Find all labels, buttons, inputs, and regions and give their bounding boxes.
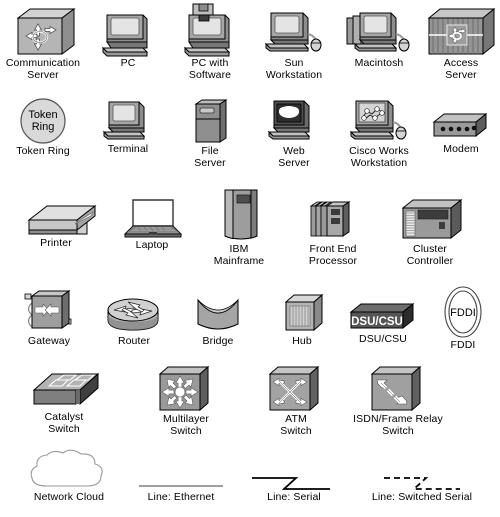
legend-label: Multilayer Switch (163, 413, 209, 437)
legend-label: PC with Software (188, 57, 232, 81)
access-server-icon (422, 6, 500, 58)
svg-text:Token: Token (28, 109, 57, 121)
legend-item-fddi[interactable]: FDDI FDDI (426, 284, 500, 352)
pc-icon (86, 12, 170, 58)
legend-item-cisco-works-workstation[interactable]: Cisco Works Workstation (336, 98, 422, 169)
legend-label: Communication Server (5, 57, 81, 81)
legend-label: Router (117, 335, 151, 347)
legend-item-macintosh[interactable]: Macintosh (336, 10, 422, 70)
legend-label: Macintosh (354, 57, 404, 69)
legend-item-router[interactable]: Router (92, 294, 176, 348)
legend-label: Laptop (135, 239, 169, 251)
legend-label: Front End Processor (308, 243, 358, 267)
legend-item-pc-with-software[interactable]: PC with Software (168, 2, 252, 81)
legend-item-bridge[interactable]: Bridge (176, 294, 260, 348)
legend-label: Printer (40, 237, 72, 249)
router-icon (92, 294, 176, 336)
fddi-icon: FDDI (426, 284, 500, 340)
legend-label: Token Ring (16, 145, 70, 157)
legend-item-file-server[interactable]: File Server (168, 98, 252, 169)
line-switched-serial-icon (352, 448, 492, 492)
multilayer-switch-icon (138, 362, 234, 414)
terminal-icon (86, 100, 170, 144)
legend-label: FDDI (450, 339, 476, 351)
legend-item-cluster-controller[interactable]: Cluster Controller (382, 196, 478, 267)
legend-label: Terminal (107, 143, 149, 155)
legend-label: Catalyst Switch (44, 411, 84, 435)
printer-icon (10, 200, 102, 238)
network-icon-legend-sheet: Communication Server PC PC with Software… (0, 0, 500, 517)
legend-label: Access Server (443, 57, 479, 81)
legend-label: Line: Ethernet (147, 491, 215, 503)
macintosh-icon (336, 10, 422, 58)
file-server-icon (168, 98, 252, 146)
pc-with-software-icon (168, 2, 252, 58)
legend-label: PC (120, 57, 136, 69)
legend-item-hub[interactable]: Hub (260, 290, 344, 348)
legend-label: Hub (292, 335, 312, 347)
legend-label: Modem (443, 143, 479, 155)
laptop-icon (110, 196, 194, 240)
legend-item-dsu-csu[interactable]: DSU/CSU DSU/CSU (340, 300, 426, 346)
atm-switch-icon (252, 362, 340, 414)
dsu-csu-inner-label: DSU/CSU (351, 316, 403, 328)
legend-label: IBM Mainframe (213, 243, 265, 267)
svg-text:Ring: Ring (32, 121, 55, 133)
legend-item-network-cloud[interactable]: Network Cloud (14, 448, 124, 504)
network-cloud-icon (14, 448, 124, 492)
legend-item-line-switched-serial[interactable]: Line: Switched Serial (352, 448, 492, 504)
legend-label: Cisco Works Workstation (349, 145, 409, 169)
legend-item-terminal[interactable]: Terminal (86, 100, 170, 156)
line-ethernet-icon (128, 448, 234, 492)
legend-item-communication-server[interactable]: Communication Server (0, 6, 86, 81)
sun-workstation-icon (252, 10, 336, 58)
legend-item-line-serial[interactable]: Line: Serial (244, 448, 344, 504)
legend-item-printer[interactable]: Printer (10, 200, 102, 250)
dsu-csu-icon: DSU/CSU (340, 300, 426, 334)
legend-item-atm-switch[interactable]: ATM Switch (252, 362, 340, 437)
ibm-mainframe-icon (196, 186, 282, 244)
bridge-icon (176, 294, 260, 336)
legend-item-access-server[interactable]: Access Server (422, 6, 500, 81)
legend-label: Cluster Controller (406, 243, 454, 267)
legend-label: Line: Switched Serial (371, 491, 473, 503)
legend-label: File Server (194, 145, 226, 169)
legend-item-line-ethernet[interactable]: Line: Ethernet (128, 448, 234, 504)
legend-item-web-server[interactable]: Web Server (252, 98, 336, 169)
communication-server-icon (0, 6, 86, 58)
hub-icon (260, 290, 344, 336)
legend-item-token-ring[interactable]: Token Ring Token Ring (0, 96, 86, 158)
front-end-processor-icon (290, 196, 376, 244)
legend-item-front-end-processor[interactable]: Front End Processor (290, 196, 376, 267)
legend-item-gateway[interactable]: Gateway (6, 286, 92, 348)
token-ring-icon: Token Ring (0, 96, 86, 146)
legend-item-ibm-mainframe[interactable]: IBM Mainframe (196, 186, 282, 267)
legend-label: Network Cloud (33, 491, 105, 503)
web-server-icon (252, 98, 336, 146)
cluster-controller-icon (382, 196, 478, 244)
legend-item-sun-workstation[interactable]: Sun Workstation (252, 10, 336, 81)
legend-item-laptop[interactable]: Laptop (110, 196, 194, 252)
legend-label: Gateway (27, 335, 71, 347)
modem-icon (422, 110, 500, 144)
legend-label: Line: Serial (267, 491, 321, 503)
legend-item-catalyst-switch[interactable]: Catalyst Switch (16, 368, 112, 435)
cisco-works-workstation-icon (336, 98, 422, 146)
legend-label: ISDN/Frame Relay Switch (353, 413, 443, 437)
legend-item-multilayer-switch[interactable]: Multilayer Switch (138, 362, 234, 437)
fddi-inner-label: FDDI (450, 307, 476, 319)
legend-label: Sun Workstation (265, 57, 323, 81)
legend-label: Web Server (278, 145, 310, 169)
line-serial-icon (244, 448, 344, 492)
legend-item-isdn-frame-relay-switch[interactable]: ISDN/Frame Relay Switch (340, 362, 456, 437)
legend-label: ATM Switch (280, 413, 312, 437)
legend-label: Bridge (202, 335, 234, 347)
legend-item-modem[interactable]: Modem (422, 110, 500, 156)
gateway-icon (6, 286, 92, 336)
legend-item-pc[interactable]: PC (86, 12, 170, 70)
isdn-frame-relay-switch-icon (340, 362, 456, 414)
catalyst-switch-icon (16, 368, 112, 412)
legend-label: DSU/CSU (359, 333, 407, 345)
